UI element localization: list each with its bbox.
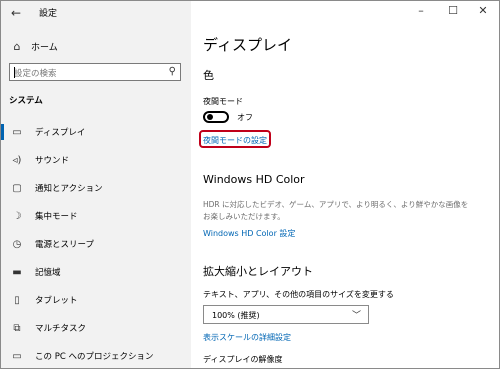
home-icon: ⌂ — [13, 39, 21, 53]
window-title: 設定 — [39, 9, 58, 19]
sidebar-item-label: タブレット — [35, 296, 78, 306]
sidebar-item-label: マルチタスク — [35, 324, 87, 334]
settings-window: ⌂ ホーム 設定の検索 ⚲ システム ▭ ディスプレイ ◃) サウンド ▢ 通知… — [0, 0, 500, 369]
monitor-icon: ▭ — [12, 126, 22, 138]
night-mode-state: オフ — [237, 113, 253, 122]
sidebar-item-label: ディスプレイ — [35, 128, 86, 138]
scale-label: テキスト、アプリ、その他の項目のサイズを変更する — [203, 290, 394, 299]
sidebar: ⌂ ホーム 設定の検索 ⚲ システム ▭ ディスプレイ ◃) サウンド ▢ 通知… — [1, 1, 191, 368]
toggle-knob — [207, 114, 213, 120]
sidebar-item-label: 電源とスリープ — [35, 240, 94, 250]
power-icon: ◷ — [12, 238, 22, 250]
page-title: ディスプレイ — [203, 36, 292, 54]
sidebar-home[interactable]: ⌂ ホーム — [9, 38, 58, 54]
minimize-button[interactable]: – — [406, 1, 436, 23]
search-placeholder: 設定の検索 — [14, 69, 57, 79]
search-icon[interactable]: ⚲ — [169, 66, 176, 77]
multitask-icon: ⧉ — [13, 322, 21, 334]
sidebar-item-label: この PC へのプロジェクション — [35, 352, 154, 362]
sidebar-item-notifications[interactable]: ▢ 通知とアクション — [1, 175, 191, 201]
sidebar-item-label: 通知とアクション — [35, 184, 103, 194]
text-cursor — [14, 67, 15, 78]
sidebar-item-multitasking[interactable]: ⧉ マルチタスク — [1, 315, 191, 341]
scale-value: 100% (推奨) — [212, 311, 260, 320]
resolution-label: ディスプレイの解像度 — [203, 355, 283, 364]
sidebar-item-label: 記憶域 — [35, 268, 61, 278]
notification-icon: ▢ — [12, 182, 22, 194]
scale-section-title: 拡大縮小とレイアウト — [203, 265, 313, 278]
back-arrow-icon[interactable]: ← — [7, 4, 25, 22]
moon-icon: ☽ — [12, 210, 22, 222]
sidebar-item-focus[interactable]: ☽ 集中モード — [1, 203, 191, 229]
sidebar-item-label: 集中モード — [35, 212, 78, 222]
sidebar-section-title: システム — [9, 96, 43, 106]
home-label: ホーム — [31, 42, 58, 53]
tablet-icon: ▯ — [14, 294, 20, 306]
sidebar-item-label: サウンド — [35, 156, 70, 166]
chevron-down-icon: ﹀ — [351, 311, 361, 321]
night-mode-label: 夜間モード — [203, 97, 243, 106]
sidebar-item-projection[interactable]: ▭ この PC へのプロジェクション — [1, 343, 191, 368]
hd-color-description: HDR に対応したビデオ、ゲーム、アプリで、より明るく、より鮮やかな画像をお楽し… — [203, 200, 469, 221]
sidebar-item-tablet[interactable]: ▯ タブレット — [1, 287, 191, 313]
speaker-icon: ◃) — [12, 154, 22, 166]
sidebar-item-sound[interactable]: ◃) サウンド — [1, 147, 191, 173]
hd-color-section-title: Windows HD Color — [203, 173, 305, 186]
active-indicator — [1, 124, 4, 140]
advanced-scaling-link[interactable]: 表示スケールの詳細設定 — [203, 332, 291, 343]
close-button[interactable]: ✕ — [468, 1, 498, 23]
night-mode-toggle[interactable] — [203, 111, 229, 123]
scale-dropdown[interactable]: 100% (推奨) ﹀ — [203, 305, 369, 324]
search-input[interactable]: 設定の検索 ⚲ — [9, 63, 181, 81]
night-mode-settings-link[interactable]: 夜間モードの設定 — [203, 135, 267, 146]
color-section-title: 色 — [203, 69, 214, 82]
sidebar-item-storage[interactable]: ▬ 記憶域 — [1, 259, 191, 285]
sidebar-item-display[interactable]: ▭ ディスプレイ — [1, 119, 191, 145]
hd-color-settings-link[interactable]: Windows HD Color 設定 — [203, 228, 295, 239]
storage-icon: ▬ — [12, 266, 22, 278]
title-bar: ← 設定 – ☐ ✕ — [1, 1, 499, 25]
sidebar-item-power[interactable]: ◷ 電源とスリープ — [1, 231, 191, 257]
maximize-button[interactable]: ☐ — [438, 1, 468, 23]
projection-icon: ▭ — [12, 350, 22, 362]
